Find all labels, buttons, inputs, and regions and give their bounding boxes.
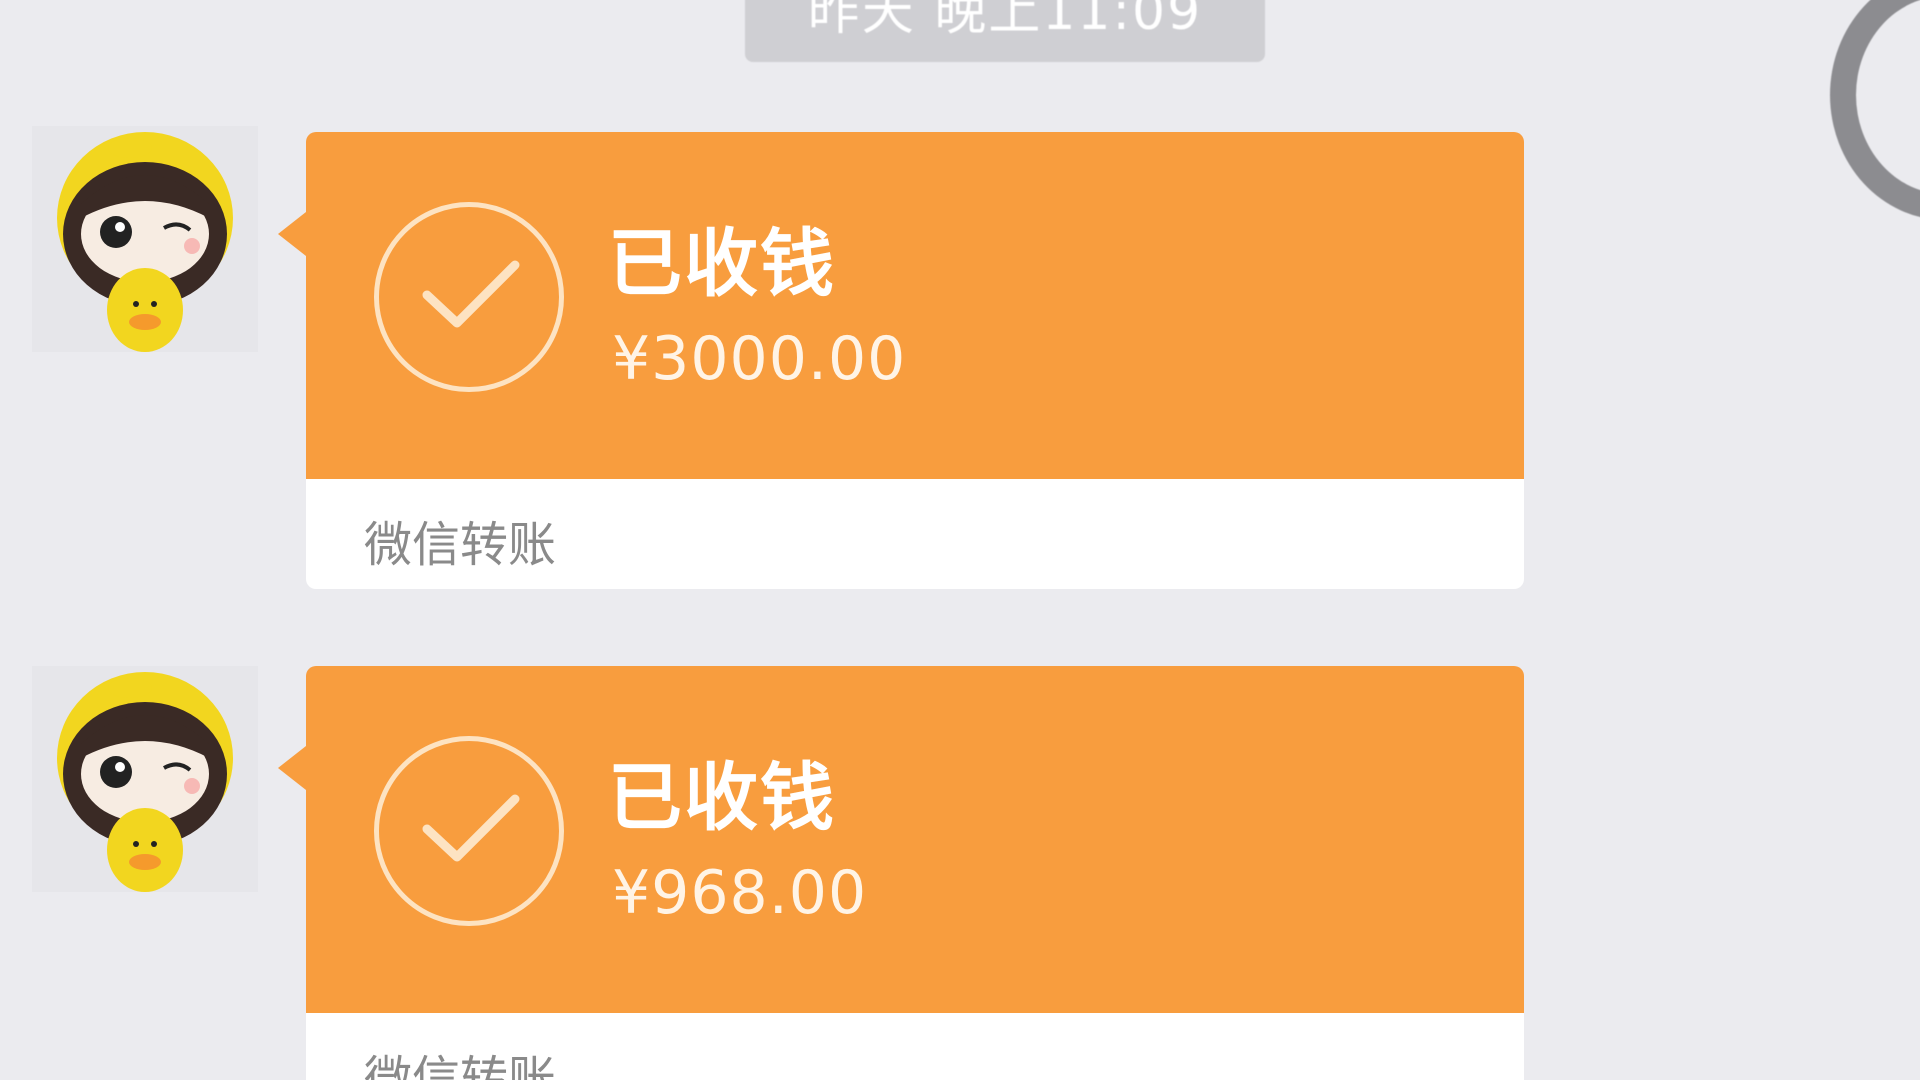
transfer-card-header: 已收钱 ¥3000.00 (278, 132, 1524, 479)
transfer-amount: ¥968.00 (612, 858, 868, 928)
avatar[interactable] (32, 126, 258, 352)
transfer-bubble[interactable]: 已收钱 ¥3000.00 微信转账 (278, 132, 1524, 589)
check-circle-icon (374, 202, 564, 392)
bubble-tail (278, 212, 306, 256)
chat-screen: 昨天 晚上11:09 已收钱 ¥3000.00 微信转账 已收钱 ¥968.00… (0, 0, 1920, 1080)
transfer-card-header: 已收钱 ¥968.00 (278, 666, 1524, 1013)
transfer-amount: ¥3000.00 (612, 324, 907, 394)
transfer-status: 已收钱 (608, 755, 836, 841)
bubble-tail (278, 746, 306, 790)
transfer-card-footer: 微信转账 (306, 1013, 1524, 1080)
transfer-bubble[interactable]: 已收钱 ¥968.00 微信转账 (278, 666, 1524, 1080)
avatar[interactable] (32, 666, 258, 892)
message-row: 已收钱 ¥968.00 微信转账 (0, 530, 1920, 1080)
message-row: 已收钱 ¥3000.00 微信转账 (0, 0, 1920, 589)
check-circle-icon (374, 736, 564, 926)
transfer-source-label: 微信转账 (364, 1051, 557, 1080)
transfer-status: 已收钱 (608, 221, 836, 307)
